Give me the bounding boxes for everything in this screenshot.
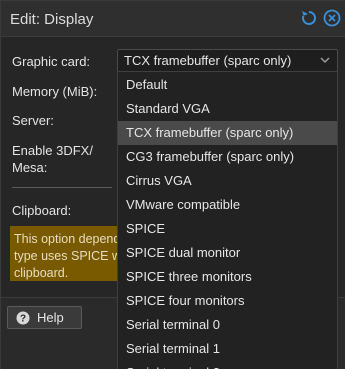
enable-3dfx-label-line1: Enable 3DFX/: [12, 143, 93, 158]
dialog-titlebar: Edit: Display: [1, 1, 345, 37]
dropdown-option[interactable]: Serial terminal 1: [118, 337, 337, 361]
edit-display-dialog: Edit: Display Graphic card: TCX framebuf…: [0, 0, 345, 369]
dropdown-option[interactable]: Default: [118, 73, 337, 97]
close-icon[interactable]: [322, 8, 342, 28]
graphic-card-select[interactable]: TCX framebuffer (sparc only): [117, 49, 338, 72]
help-label: Help: [37, 310, 64, 325]
graphic-card-dropdown[interactable]: Default Standard VGA TCX framebuffer (spar…: [117, 71, 338, 369]
dropdown-option[interactable]: TCX framebuffer (sparc only): [118, 121, 337, 145]
reset-icon[interactable]: [299, 8, 319, 28]
svg-text:?: ?: [20, 313, 26, 324]
divider: [12, 187, 112, 188]
dropdown-option[interactable]: SPICE dual monitor: [118, 241, 337, 265]
dropdown-option[interactable]: Serial terminal 2: [118, 361, 337, 369]
server-label: Server:: [12, 113, 54, 128]
warning-line-3: clipboard.: [14, 266, 69, 280]
dropdown-option[interactable]: SPICE: [118, 217, 337, 241]
enable-3dfx-label-line2: Mesa:: [12, 160, 48, 175]
dropdown-option[interactable]: VMware compatible: [118, 193, 337, 217]
help-icon: ?: [16, 311, 30, 325]
clipboard-warning: This option depend type uses SPICE w cli…: [10, 226, 120, 281]
enable-3dfx-label: Enable 3DFX/ Mesa:: [12, 142, 102, 176]
dropdown-option[interactable]: CG3 framebuffer (sparc only): [118, 145, 337, 169]
dropdown-option[interactable]: Cirrus VGA: [118, 169, 337, 193]
chevron-down-icon[interactable]: [319, 54, 331, 66]
dropdown-option[interactable]: SPICE three monitors: [118, 265, 337, 289]
warning-line-1: This option depend: [14, 232, 120, 246]
clipboard-label: Clipboard:: [12, 203, 72, 218]
dropdown-option[interactable]: SPICE four monitors: [118, 289, 337, 313]
warning-line-2: type uses SPICE w: [14, 249, 120, 263]
dialog-title: Edit: Display: [10, 11, 94, 28]
memory-label: Memory (MiB):: [12, 84, 98, 99]
graphic-card-label: Graphic card:: [12, 54, 91, 69]
dropdown-option[interactable]: Serial terminal 0: [118, 313, 337, 337]
help-button[interactable]: ? Help: [7, 306, 82, 329]
graphic-card-value: TCX framebuffer (sparc only): [124, 53, 292, 68]
dropdown-option[interactable]: Standard VGA: [118, 97, 337, 121]
